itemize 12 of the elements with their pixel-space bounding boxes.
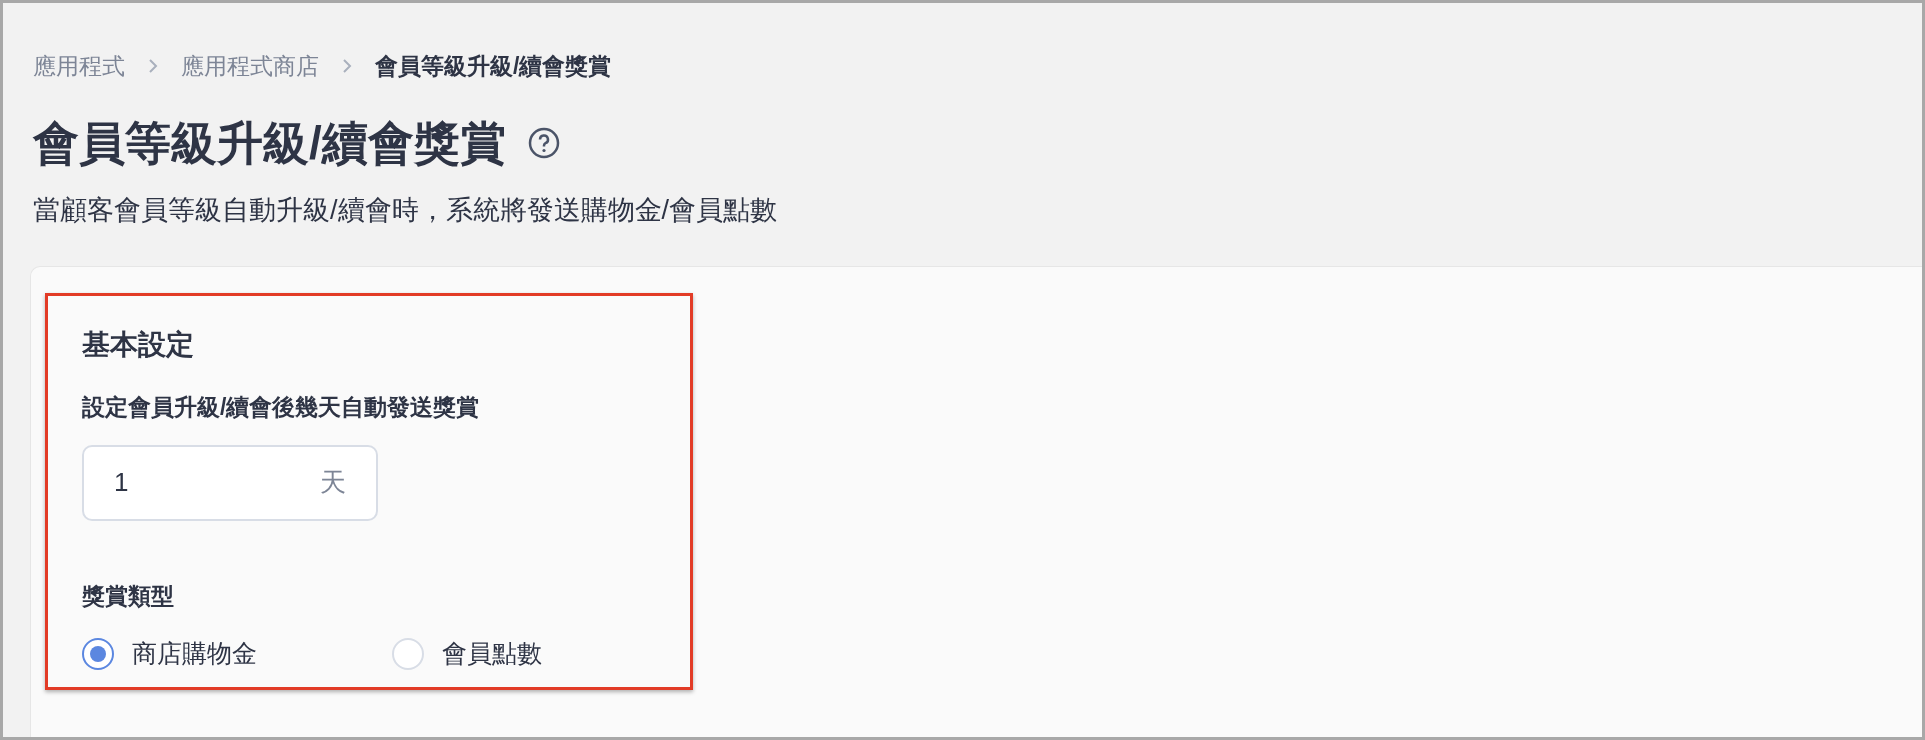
field-label: 獎賞類型: [82, 581, 175, 611]
unit-label: 天: [320, 466, 346, 499]
help-icon[interactable]: [527, 126, 560, 159]
breadcrumb-current: 會員等級升級/續會獎賞: [375, 52, 612, 81]
radio-option[interactable]: 商店購物金: [82, 635, 302, 673]
days-input-field[interactable]: 1 天: [82, 444, 378, 521]
section-title: 基本設定: [82, 328, 195, 362]
page-subtitle: 當顧客會員等級自動升級/續會時，系統將發送購物金/會員點數: [32, 193, 778, 227]
page-title: 會員等級升級/續會獎賞: [33, 119, 506, 166]
field-label: 設定會員升級/續會後幾天自動發送獎賞: [82, 393, 481, 422]
radio-option[interactable]: 會員點數: [392, 635, 612, 673]
radio-button[interactable]: [82, 637, 114, 670]
